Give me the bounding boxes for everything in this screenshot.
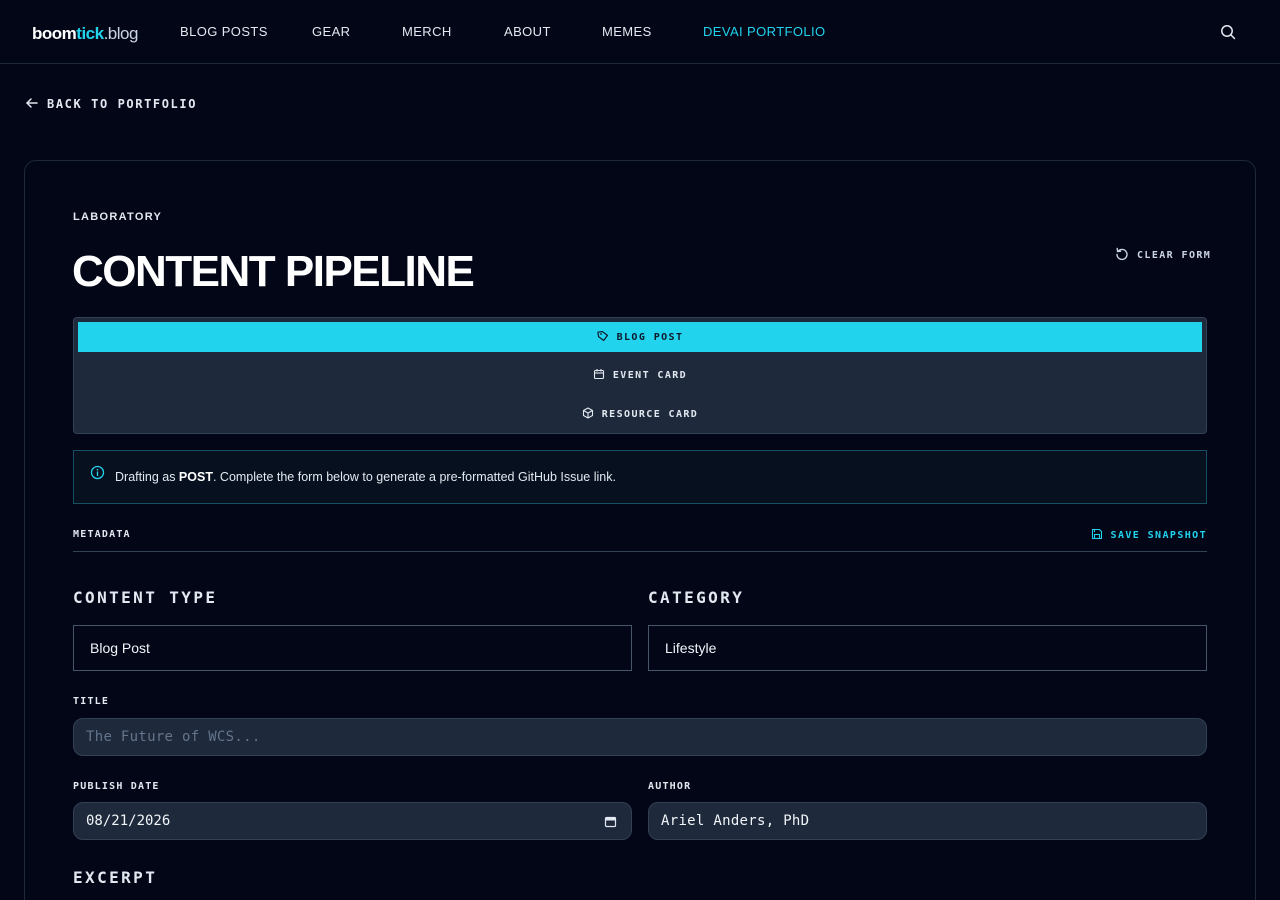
save-snapshot-label: SAVE SNAPSHOT: [1110, 530, 1207, 541]
page-title: CONTENT PIPELINE: [72, 247, 475, 296]
content-pipeline-card: LABORATORY CONTENT PIPELINE CLEAR FORM B…: [24, 160, 1256, 900]
type-option-label: BLOG POST: [616, 331, 684, 343]
author-input-wrapper: [648, 802, 1207, 840]
content-type-label: CONTENT TYPE: [73, 588, 218, 607]
author-input[interactable]: [661, 813, 1194, 829]
type-option-resource-card[interactable]: RESOURCE CARD: [78, 399, 1202, 429]
author-label: AUTHOR: [648, 781, 692, 792]
calendar-icon: [593, 368, 605, 383]
search-icon[interactable]: [1219, 23, 1237, 41]
title-label: TITLE: [73, 696, 110, 707]
calendar-icon[interactable]: [604, 815, 617, 831]
drafting-info-banner: Drafting as POST. Complete the form belo…: [73, 450, 1207, 504]
content-type-value: Blog Post: [90, 640, 150, 656]
nav-memes[interactable]: MEMES: [602, 24, 652, 40]
info-icon: [90, 465, 105, 483]
content-type-select[interactable]: Blog Post: [73, 625, 632, 671]
title-input-wrapper: [73, 718, 1207, 756]
nav-about[interactable]: ABOUT: [504, 24, 551, 40]
info-suffix: . Complete the form below to generate a …: [212, 470, 616, 484]
nav-blog-posts[interactable]: BLOG POSTS: [180, 24, 268, 40]
box-icon: [582, 406, 594, 422]
nav-gear[interactable]: GEAR: [312, 24, 350, 40]
clear-form-button[interactable]: CLEAR FORM: [1115, 247, 1211, 263]
drafting-info-text: Drafting as POST. Complete the form belo…: [115, 470, 616, 484]
clear-form-label: CLEAR FORM: [1137, 249, 1212, 261]
type-option-blog-post[interactable]: BLOG POST: [78, 322, 1202, 352]
back-to-portfolio-link[interactable]: BACK TO PORTFOLIO: [25, 96, 197, 112]
eyebrow-label: LABORATORY: [73, 211, 163, 223]
nav-devai-portfolio[interactable]: DEVAI PORTFOLIO: [703, 24, 826, 40]
info-draft-type: POST: [178, 470, 213, 484]
logo-part-blog: .blog: [103, 24, 139, 43]
reset-icon: [1115, 247, 1129, 264]
tag-icon: [596, 330, 609, 345]
type-option-label: EVENT CARD: [612, 369, 688, 381]
logo-part-boom: boom: [32, 24, 77, 43]
category-select[interactable]: Lifestyle: [648, 625, 1207, 671]
publish-date-value: 08/21/2026: [86, 813, 171, 829]
back-link-label: BACK TO PORTFOLIO: [47, 97, 198, 111]
metadata-label: METADATA: [73, 529, 131, 540]
category-label: CATEGORY: [648, 588, 745, 607]
type-option-label: RESOURCE CARD: [601, 408, 699, 420]
save-icon: [1091, 528, 1103, 543]
type-option-event-card[interactable]: EVENT CARD: [78, 360, 1202, 390]
metadata-section-header: METADATA SAVE SNAPSHOT: [73, 525, 1207, 552]
logo-part-tick: tick: [76, 24, 104, 43]
site-logo[interactable]: boomtick.blog: [32, 24, 138, 44]
content-type-selector: BLOG POST EVENT CARD RESOURCE CARD: [73, 317, 1207, 434]
publish-date-label: PUBLISH DATE: [73, 781, 160, 792]
excerpt-label: EXCERPT: [73, 868, 158, 887]
arrow-left-icon: [25, 96, 39, 113]
top-nav: boomtick.blog BLOG POSTS GEAR MERCH ABOU…: [0, 0, 1280, 64]
category-value: Lifestyle: [665, 640, 717, 656]
title-input[interactable]: [86, 729, 1194, 745]
info-prefix: Drafting as: [115, 470, 179, 484]
publish-date-input[interactable]: 08/21/2026: [73, 802, 632, 840]
nav-merch[interactable]: MERCH: [402, 24, 452, 40]
save-snapshot-button[interactable]: SAVE SNAPSHOT: [1091, 528, 1207, 543]
